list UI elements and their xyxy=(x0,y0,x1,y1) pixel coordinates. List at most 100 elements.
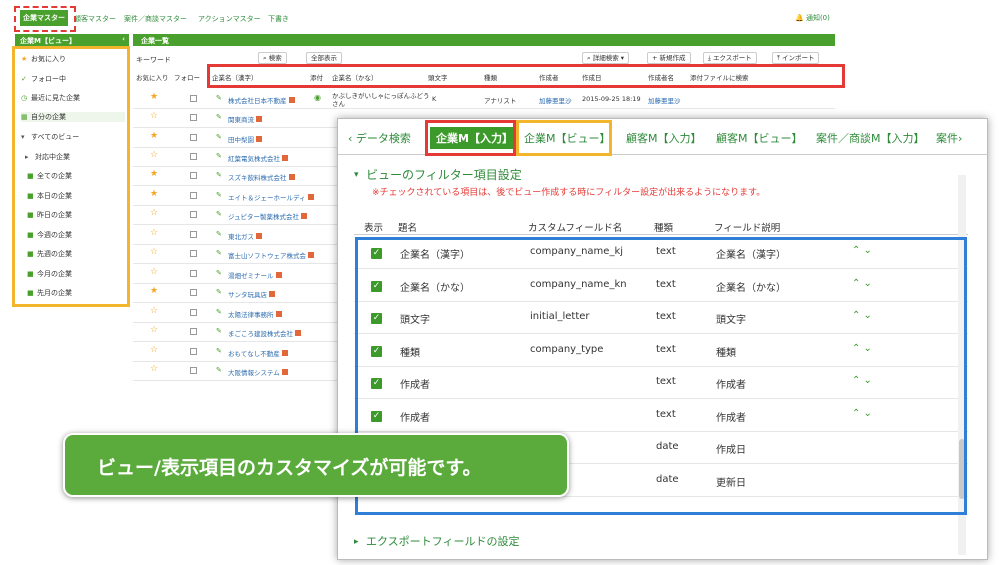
export-section-title[interactable]: エクスポートフィールドの設定 xyxy=(366,533,519,549)
follow-checkbox[interactable] xyxy=(190,328,197,335)
collapse-icon[interactable]: ‹ xyxy=(122,35,125,43)
follow-checkbox[interactable] xyxy=(190,270,197,277)
col-follow[interactable]: フォロー xyxy=(174,72,200,82)
edit-icon[interactable]: ✎ xyxy=(216,288,222,296)
company-name-link[interactable]: 東北ガス xyxy=(228,231,262,241)
search-icon: ⌕ xyxy=(587,54,591,62)
star-icon[interactable]: ☆ xyxy=(150,150,158,160)
tab-prev[interactable]: ‹ データ検索 xyxy=(348,130,411,146)
tab-next[interactable]: 案件› xyxy=(936,130,962,146)
attachment-icon xyxy=(288,97,295,103)
star-icon[interactable]: ☆ xyxy=(150,267,158,277)
company-name: 湯畑ゼミナール xyxy=(228,272,274,280)
eye-icon[interactable]: ◉ xyxy=(314,93,321,102)
company-name-link[interactable]: 富士山ソフトウェア株式会 xyxy=(228,250,314,260)
row-creator-name[interactable]: 加藤亜里沙 xyxy=(648,95,681,105)
follow-checkbox[interactable] xyxy=(190,211,197,218)
follow-checkbox[interactable] xyxy=(190,231,197,238)
attachment-icon xyxy=(275,272,282,278)
company-name-link[interactable]: まごころ建設株式会社 xyxy=(228,328,301,338)
company-name-link[interactable]: おもてなし不動産 xyxy=(228,348,288,358)
edit-icon[interactable]: ✎ xyxy=(216,269,222,277)
company-name-link[interactable]: 紅葉電気株式会社 xyxy=(228,153,288,163)
attachment-icon xyxy=(256,233,262,239)
company-name-link[interactable]: 太陽法律事務所 xyxy=(228,309,282,319)
follow-checkbox[interactable] xyxy=(190,348,197,355)
tab-customer-input[interactable]: 顧客M【入力】 xyxy=(626,130,702,146)
edit-icon[interactable]: ✎ xyxy=(216,113,222,121)
edit-icon[interactable]: ✎ xyxy=(216,230,222,238)
caret-right-icon[interactable]: ▸ xyxy=(354,537,359,547)
attachment-icon xyxy=(281,369,288,375)
edit-icon[interactable]: ✎ xyxy=(216,191,222,199)
edit-icon[interactable]: ✎ xyxy=(216,327,222,335)
detail-search-button[interactable]: ⌕ 詳細検索 ▾ xyxy=(582,52,630,64)
star-icon[interactable]: ☆ xyxy=(150,306,158,316)
edit-icon[interactable]: ✎ xyxy=(216,133,222,141)
star-icon[interactable]: ☆ xyxy=(150,228,158,238)
export-button[interactable]: ⤓ エクスポート xyxy=(703,52,757,64)
show-all-button[interactable]: 全部表示 xyxy=(306,52,342,64)
edit-icon[interactable]: ✎ xyxy=(216,308,222,316)
follow-checkbox[interactable] xyxy=(190,192,197,199)
highlight-columns xyxy=(207,64,845,88)
company-name: スズキ飲料株式会社 xyxy=(228,174,287,182)
edit-icon[interactable]: ✎ xyxy=(216,210,222,218)
company-name-link[interactable]: 大阪情報システム xyxy=(228,367,288,377)
nav-drafts[interactable]: 下書き xyxy=(268,14,289,24)
tab-deal-input[interactable]: 案件／商談M【入力】 xyxy=(816,130,925,146)
company-name-link[interactable]: 湯畑ゼミナール xyxy=(228,270,282,280)
import-button[interactable]: ⤒ インポート xyxy=(772,52,820,64)
new-button[interactable]: + 新規作成 xyxy=(647,52,691,64)
company-name-link[interactable]: スズキ飲料株式会社 xyxy=(228,172,295,182)
star-icon[interactable]: ★ xyxy=(150,92,158,102)
attachment-icon xyxy=(288,174,295,180)
follow-checkbox[interactable] xyxy=(190,289,197,296)
star-icon[interactable]: ★ xyxy=(150,131,158,141)
company-name-link[interactable]: 株式会社日本不動産 xyxy=(228,95,295,105)
edit-icon[interactable]: ✎ xyxy=(216,94,222,102)
col-favorite[interactable]: お気に入り xyxy=(136,72,169,82)
company-name-link[interactable]: サンタ玩具店 xyxy=(228,289,275,299)
edit-icon[interactable]: ✎ xyxy=(216,347,222,355)
company-name-link[interactable]: 関東商流 xyxy=(228,114,262,124)
edit-icon[interactable]: ✎ xyxy=(216,366,222,374)
company-name-link[interactable]: エイト＆ジェーホールディ xyxy=(228,192,314,202)
follow-checkbox[interactable] xyxy=(190,309,197,316)
table-row xyxy=(133,108,835,109)
nav-deal-master[interactable]: 案件／商談マスター xyxy=(124,14,187,24)
follow-checkbox[interactable] xyxy=(190,172,197,179)
follow-checkbox[interactable] xyxy=(190,367,197,374)
star-icon[interactable]: ★ xyxy=(150,189,158,199)
edit-icon[interactable]: ✎ xyxy=(216,249,222,257)
star-icon[interactable]: ☆ xyxy=(150,345,158,355)
company-name-link[interactable]: 田中梨園 xyxy=(228,134,262,144)
nav-customer-master[interactable]: 顧客マスター xyxy=(74,14,116,24)
star-icon[interactable]: ☆ xyxy=(150,325,158,335)
attachment-icon xyxy=(281,350,288,356)
star-icon[interactable]: ★ xyxy=(150,169,158,179)
row-creator[interactable]: 加藤亜里沙 xyxy=(539,95,572,105)
company-name: 東北ガス xyxy=(228,233,254,241)
nav-action-master[interactable]: アクションマスター xyxy=(198,14,261,24)
caret-down-icon[interactable]: ▾ xyxy=(354,170,359,180)
follow-checkbox[interactable] xyxy=(190,95,197,102)
star-icon[interactable]: ☆ xyxy=(150,364,158,374)
edit-icon[interactable]: ✎ xyxy=(216,171,222,179)
star-icon[interactable]: ★ xyxy=(150,286,158,296)
company-name-link[interactable]: ジュピター製薬株式会社 xyxy=(228,211,308,221)
company-name: ジュピター製薬株式会社 xyxy=(228,213,300,221)
star-icon[interactable]: ☆ xyxy=(150,247,158,257)
th-type: 種類 xyxy=(654,223,674,234)
star-icon[interactable]: ☆ xyxy=(150,111,158,121)
follow-checkbox[interactable] xyxy=(190,250,197,257)
row-type: アナリスト xyxy=(484,97,517,105)
notification-link[interactable]: 🔔 通知(0) xyxy=(795,13,830,23)
edit-icon[interactable]: ✎ xyxy=(216,152,222,160)
search-button[interactable]: ⌕ 検索 xyxy=(258,52,287,64)
star-icon[interactable]: ☆ xyxy=(150,208,158,218)
follow-checkbox[interactable] xyxy=(190,153,197,160)
follow-checkbox[interactable] xyxy=(190,134,197,141)
follow-checkbox[interactable] xyxy=(190,114,197,121)
tab-customer-view[interactable]: 顧客M【ビュー】 xyxy=(716,130,803,146)
